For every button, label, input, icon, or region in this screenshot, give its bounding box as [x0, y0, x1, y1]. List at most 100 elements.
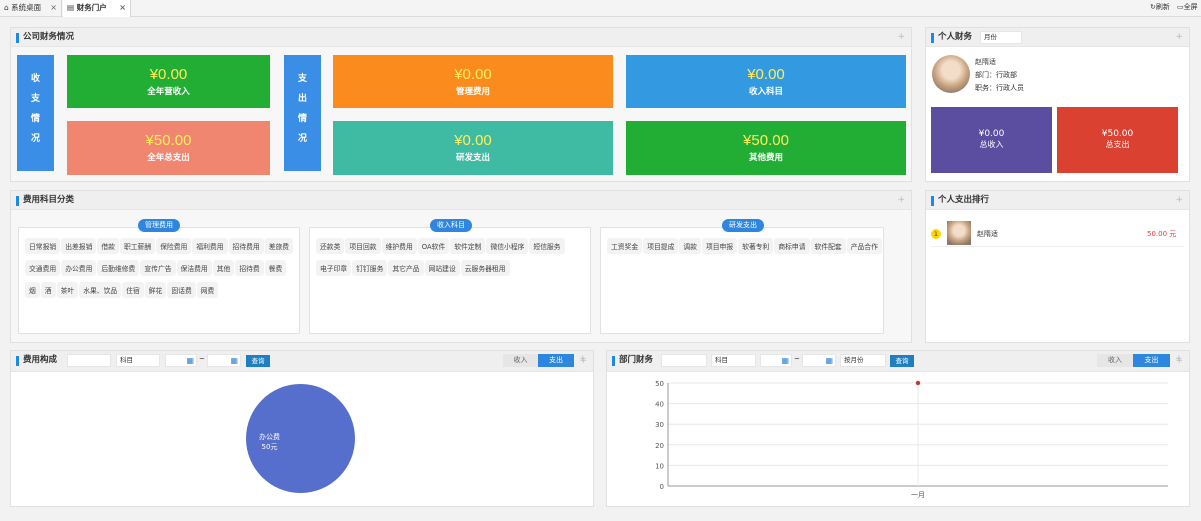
period-select[interactable]: 按月份 [840, 354, 886, 367]
income-side-label: 收支情况 [17, 55, 54, 171]
category-tag[interactable]: 交通费用 [25, 260, 61, 276]
category-tag[interactable]: 维护费用 [381, 238, 417, 254]
category-tag[interactable]: 后勤维修费 [97, 260, 140, 276]
personal-income-card[interactable]: ¥0.00 总收入 [931, 107, 1052, 173]
query-button[interactable]: 查询 [246, 355, 270, 367]
category-tag[interactable]: 日常报销 [25, 238, 61, 254]
category-tag[interactable]: 还款类 [316, 238, 345, 254]
category-tag[interactable]: 微信小程序 [486, 238, 529, 254]
category-tag[interactable]: 保洁费用 [176, 260, 212, 276]
category-group-rd: 工资奖金 项目提成 调款 项目申报 软著专利 商标申请 软件配套 产品合作 [600, 227, 884, 334]
expand-icon[interactable]: + [579, 354, 587, 364]
category-tag[interactable]: 鲜花 [144, 282, 167, 298]
category-tag[interactable]: 餐费 [264, 260, 287, 276]
category-tag[interactable]: 酒 [40, 282, 56, 298]
expand-icon[interactable]: + [1175, 354, 1183, 364]
y-tick-label: 10 [655, 462, 664, 470]
fullscreen-button[interactable]: ▭全屏 [1177, 2, 1198, 12]
expense-side-label: 支出情况 [284, 55, 321, 171]
expense-toggle[interactable]: 支出 [1133, 354, 1170, 367]
dept-select[interactable] [661, 354, 707, 367]
category-tag[interactable]: 茶叶 [56, 282, 79, 298]
category-tag[interactable]: 烟 [25, 282, 40, 298]
category-tag[interactable]: 电子印章 [316, 260, 352, 276]
category-tag[interactable]: 项目提成 [643, 238, 679, 254]
category-tag[interactable]: 招待费 [235, 260, 264, 276]
subject-input[interactable]: 科目 [116, 354, 160, 367]
category-tag[interactable]: 其他 [212, 260, 235, 276]
expand-icon[interactable]: + [897, 28, 905, 47]
category-tag[interactable]: 商标申请 [774, 238, 810, 254]
close-icon[interactable]: × [119, 0, 126, 15]
category-tag[interactable]: 软件配套 [810, 238, 846, 254]
tab-system-desktop[interactable]: ⌂ 系统桌面 × [0, 0, 62, 17]
category-tag[interactable]: 住宿 [122, 282, 144, 298]
category-tag[interactable]: 工资奖金 [607, 238, 643, 254]
category-tag[interactable]: 其它产品 [388, 260, 424, 276]
tab-bar [0, 0, 1201, 17]
category-tag[interactable]: 钉钉服务 [352, 260, 388, 276]
category-tag[interactable]: 保险费用 [156, 238, 192, 254]
card-income-subject[interactable]: ¥0.00 收入科目 [626, 55, 906, 108]
category-tag[interactable]: 云服务器租用 [460, 260, 510, 276]
close-icon[interactable]: × [50, 0, 57, 15]
user-dept: 部门：行政部 [975, 71, 1017, 79]
end-date-input[interactable]: ▦ [207, 354, 241, 367]
calendar-icon: ▦ [825, 356, 833, 365]
expense-toggle[interactable]: 支出 [538, 354, 574, 367]
category-tag[interactable]: 职工薪酬 [119, 238, 156, 254]
end-date-input[interactable]: ▦ [802, 354, 836, 367]
dept-select[interactable] [67, 354, 111, 367]
category-tag[interactable]: 调款 [679, 238, 701, 254]
category-tag[interactable]: 项目回款 [345, 238, 381, 254]
data-point [915, 380, 921, 386]
category-tag[interactable]: 产品合作 [846, 238, 882, 254]
avatar [932, 55, 970, 93]
y-tick-label: 0 [660, 483, 664, 491]
category-header-income: 收入科目 [430, 219, 472, 232]
document-icon: ▤ [67, 3, 75, 12]
card-annual-income[interactable]: ¥0.00 全年营收入 [67, 55, 270, 108]
panel-title: 个人支出排行 + [926, 191, 1189, 210]
category-header-management: 管理费用 [138, 219, 180, 232]
card-management-cost[interactable]: ¥0.00 管理费用 [333, 55, 613, 108]
expand-icon[interactable]: + [1175, 28, 1183, 47]
expand-icon[interactable]: + [897, 191, 905, 210]
personal-expense-card[interactable]: ¥50.00 总支出 [1057, 107, 1178, 173]
category-tag[interactable]: 网站建设 [424, 260, 460, 276]
category-tag[interactable]: 出差报销 [61, 238, 97, 254]
subject-input[interactable]: 科目 [711, 354, 756, 367]
start-date-input[interactable]: ▦ [760, 354, 792, 367]
card-other-cost[interactable]: ¥50.00 其他费用 [626, 121, 906, 175]
category-tag[interactable]: 短信服务 [529, 238, 565, 254]
category-tag[interactable]: 差旅费 [264, 238, 294, 254]
category-tag[interactable]: 办公费用 [61, 260, 97, 276]
category-group-management: 日常报销 出差报销 借款 职工薪酬 保险费用 福利费用 招待费用 差旅费交通费用 办公费用 后勤维… [18, 227, 300, 334]
category-tag[interactable]: 水果、饮品 [79, 282, 122, 298]
dept-line-chart: 50 40 30 20 10 0 一月 [655, 380, 1168, 499]
category-tag[interactable]: 借款 [97, 238, 119, 254]
category-tag[interactable]: 项目申报 [701, 238, 738, 254]
refresh-button[interactable]: ↻刷新 [1150, 2, 1170, 12]
income-toggle[interactable]: 收入 [503, 354, 538, 367]
category-tag[interactable]: 福利费用 [192, 238, 228, 254]
start-date-input[interactable]: ▦ [165, 354, 197, 367]
card-annual-expense[interactable]: ¥50.00 全年总支出 [67, 121, 270, 175]
home-icon: ⌂ [4, 3, 9, 12]
fullscreen-icon: ▭ [1177, 3, 1184, 11]
y-tick-label: 20 [655, 442, 664, 450]
category-tag[interactable]: 固话费 [167, 282, 196, 298]
month-select[interactable]: 月份 [980, 31, 1022, 44]
tab-finance-portal[interactable]: ▤ 财务门户 × [63, 0, 131, 17]
calendar-icon: ▦ [781, 356, 789, 365]
category-tag[interactable]: OA软件 [417, 238, 450, 254]
expand-icon[interactable]: + [1175, 191, 1183, 210]
category-tag[interactable]: 软件定制 [450, 238, 486, 254]
card-rd-expense[interactable]: ¥0.00 研发支出 [333, 121, 613, 175]
category-tag[interactable]: 宣传广告 [140, 260, 176, 276]
query-button[interactable]: 查询 [890, 355, 914, 367]
category-tag[interactable]: 网费 [196, 282, 219, 298]
income-toggle[interactable]: 收入 [1097, 354, 1133, 367]
category-tag[interactable]: 招待费用 [228, 238, 264, 254]
category-tag[interactable]: 软著专利 [738, 238, 774, 254]
